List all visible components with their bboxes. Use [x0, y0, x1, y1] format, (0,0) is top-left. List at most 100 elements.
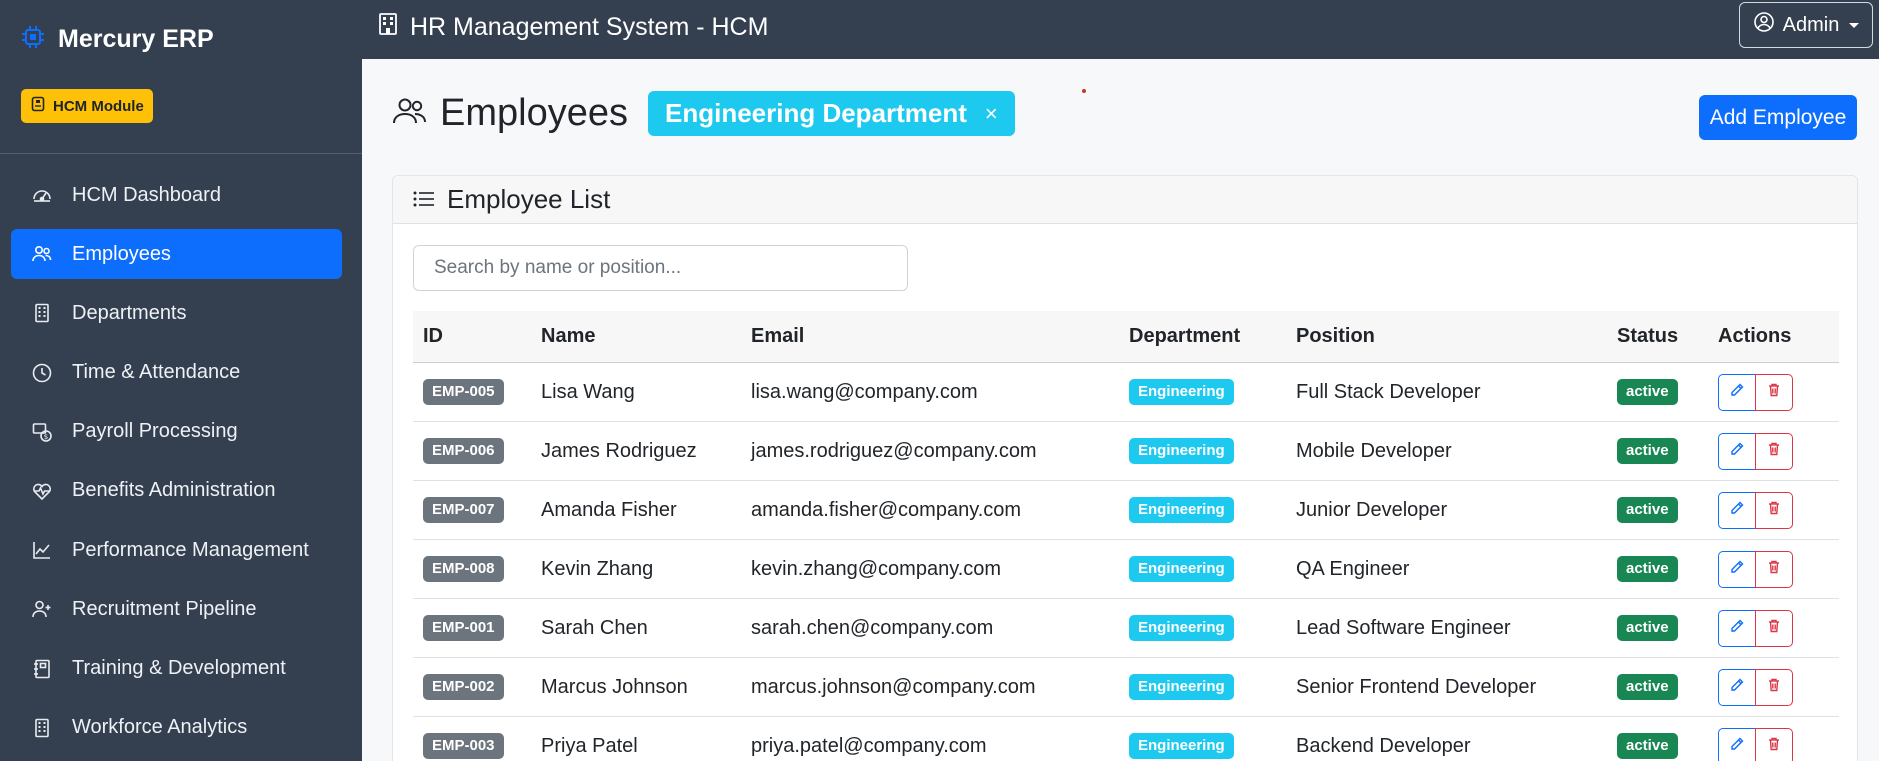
status-badge: active [1617, 556, 1678, 582]
department-badge: Engineering [1129, 556, 1234, 582]
employee-email: lisa.wang@company.com [751, 380, 978, 403]
employee-table: ID Name Email Department Position Status… [413, 311, 1839, 761]
department-filter-label: Engineering Department [664, 98, 967, 128]
edit-button[interactable] [1718, 550, 1756, 588]
pencil-icon [1729, 558, 1745, 581]
search-input[interactable] [413, 245, 908, 291]
graph-up-icon [30, 538, 54, 562]
delete-button[interactable] [1755, 491, 1793, 529]
employee-email: kevin.zhang@company.com [751, 557, 1002, 580]
trash-icon [1766, 617, 1782, 640]
trash-icon [1766, 499, 1782, 522]
sidebar-item-label: Performance Management [72, 538, 309, 561]
department-badge: Engineering [1129, 379, 1234, 405]
edit-button[interactable] [1718, 373, 1756, 411]
sidebar-item-training-development[interactable]: Training & Development [11, 644, 342, 694]
brand[interactable]: Mercury ERP [20, 24, 214, 55]
column-header-position[interactable]: Position [1296, 325, 1617, 348]
column-header-name[interactable]: Name [541, 325, 751, 348]
sidebar-item-benefits-administration[interactable]: Benefits Administration [11, 466, 342, 516]
table-row[interactable]: EMP-005 Lisa Wang lisa.wang@company.com … [413, 363, 1839, 422]
edit-button[interactable] [1718, 668, 1756, 706]
employee-name: Kevin Zhang [541, 557, 654, 580]
table-row[interactable]: EMP-007 Amanda Fisher amanda.fisher@comp… [413, 481, 1839, 540]
sidebar-nav: HCM Dashboard Employees Departments Time… [11, 170, 342, 761]
employee-id-badge: EMP-006 [423, 438, 504, 464]
svg-text:$: $ [44, 433, 48, 441]
trash-icon [1766, 735, 1782, 758]
sidebar-item-label: Training & Development [72, 657, 286, 679]
department-badge: Engineering [1129, 674, 1234, 700]
status-badge: active [1617, 438, 1678, 464]
employee-id-badge: EMP-002 [423, 674, 504, 700]
sidebar-item-label: Time & Attendance [72, 361, 241, 384]
table-row[interactable]: EMP-001 Sarah Chen sarah.chen@company.co… [413, 599, 1839, 658]
employee-position: Full Stack Developer [1296, 380, 1481, 403]
department-filter-badge: Engineering Department × [647, 91, 1015, 136]
edit-button[interactable] [1718, 432, 1756, 470]
sidebar-item-label: Employees [72, 242, 171, 265]
user-menu-button[interactable]: Admin [1739, 2, 1873, 48]
column-header-email[interactable]: Email [751, 325, 1129, 348]
sidebar-item-time-attendance[interactable]: Time & Attendance [11, 348, 342, 398]
delete-button[interactable] [1755, 727, 1793, 761]
employee-email: amanda.fisher@company.com [751, 498, 1022, 521]
pencil-icon [1729, 617, 1745, 640]
employee-name: James Rodriguez [541, 439, 697, 462]
delete-button[interactable] [1755, 609, 1793, 647]
sidebar-item-hcm-dashboard[interactable]: HCM Dashboard [11, 170, 342, 220]
brand-name: Mercury ERP [58, 25, 214, 53]
add-employee-button[interactable]: Add Employee [1699, 95, 1857, 140]
close-icon[interactable]: × [985, 102, 998, 125]
employee-name: Priya Patel [541, 734, 638, 757]
sidebar-item-recruitment-pipeline[interactable]: Recruitment Pipeline [11, 584, 342, 634]
delete-button[interactable] [1755, 550, 1793, 588]
delete-button[interactable] [1755, 373, 1793, 411]
status-badge: active [1617, 497, 1678, 523]
table-row[interactable]: EMP-008 Kevin Zhang kevin.zhang@company.… [413, 540, 1839, 599]
sidebar-item-workforce-analytics[interactable]: Workforce Analytics [11, 703, 342, 753]
employee-position: Mobile Developer [1296, 439, 1452, 462]
department-badge: Engineering [1129, 497, 1234, 523]
sidebar-item-payroll-processing[interactable]: $ Payroll Processing [11, 407, 342, 457]
status-badge: active [1617, 379, 1678, 405]
employee-id-badge: EMP-005 [423, 379, 504, 405]
user-circle-icon [1753, 11, 1775, 39]
delete-button[interactable] [1755, 668, 1793, 706]
status-badge: active [1617, 674, 1678, 700]
sidebar-item-employees[interactable]: Employees [11, 229, 342, 280]
column-header-status[interactable]: Status [1617, 325, 1718, 348]
employee-position: Senior Frontend Developer [1296, 675, 1537, 698]
department-badge: Engineering [1129, 733, 1234, 759]
sidebar-item-departments[interactable]: Departments [11, 288, 342, 338]
table-row[interactable]: EMP-002 Marcus Johnson marcus.johnson@co… [413, 658, 1839, 717]
building-icon [30, 716, 54, 740]
employee-id-badge: EMP-008 [423, 556, 504, 582]
sidebar-item-label: Recruitment Pipeline [72, 597, 257, 620]
edit-button[interactable] [1718, 609, 1756, 647]
status-badge: active [1617, 733, 1678, 759]
clock-icon [30, 361, 54, 385]
department-badge: Engineering [1129, 615, 1234, 641]
employee-position: QA Engineer [1296, 557, 1410, 580]
employee-position: Backend Developer [1296, 734, 1471, 757]
edit-button[interactable] [1718, 727, 1756, 761]
badge-icon [31, 96, 45, 116]
pencil-icon [1729, 499, 1745, 522]
sidebar-item-label: Benefits Administration [72, 479, 276, 502]
sidebar-item-label: Departments [72, 301, 187, 324]
edit-button[interactable] [1718, 491, 1756, 529]
chevron-down-icon [1849, 22, 1860, 28]
cpu-icon [20, 24, 46, 55]
delete-button[interactable] [1755, 432, 1793, 470]
card-header: Employee List [393, 176, 1857, 224]
table-row[interactable]: EMP-006 James Rodriguez james.rodriguez@… [413, 422, 1839, 481]
sidebar-item-performance-management[interactable]: Performance Management [11, 525, 342, 575]
building-icon [378, 12, 398, 43]
card-title: Employee List [447, 184, 611, 214]
column-header-id[interactable]: ID [413, 325, 541, 348]
pencil-icon [1729, 735, 1745, 758]
table-row[interactable]: EMP-003 Priya Patel priya.patel@company.… [413, 717, 1839, 761]
column-header-department[interactable]: Department [1129, 325, 1296, 348]
employee-email: marcus.johnson@company.com [751, 675, 1036, 698]
